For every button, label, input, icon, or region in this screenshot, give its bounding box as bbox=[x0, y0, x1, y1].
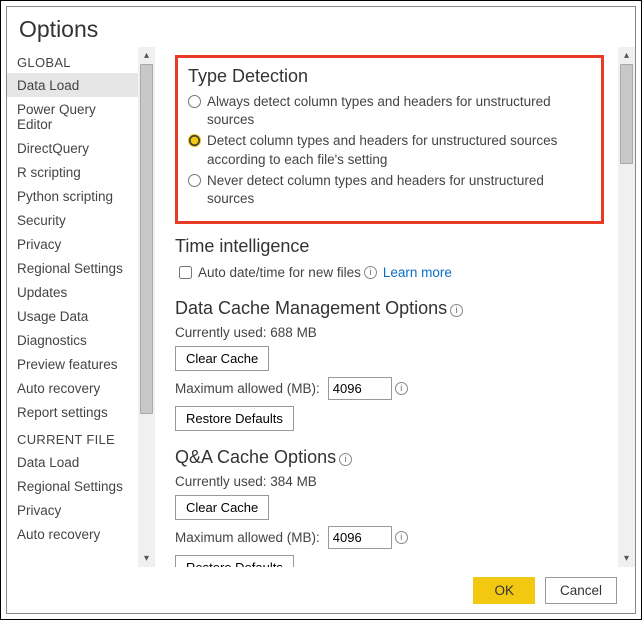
info-icon[interactable]: i bbox=[395, 531, 408, 544]
data-cache-used-label: Currently used: 688 MB bbox=[175, 325, 317, 340]
info-icon[interactable]: i bbox=[364, 266, 377, 279]
clear-data-cache-button[interactable]: Clear Cache bbox=[175, 346, 269, 371]
sidebar-item-directquery[interactable]: DirectQuery bbox=[7, 136, 138, 160]
sidebar-item-python-scripting[interactable]: Python scripting bbox=[7, 184, 138, 208]
scroll-thumb[interactable] bbox=[620, 64, 633, 164]
scroll-up-icon[interactable]: ▴ bbox=[618, 47, 635, 64]
radio-always-detect-label: Always detect column types and headers f… bbox=[207, 93, 591, 129]
radio-detect-each-file[interactable] bbox=[188, 134, 201, 147]
sidebar-item-auto-recovery[interactable]: Auto recovery bbox=[7, 376, 138, 400]
checkbox-auto-datetime-label: Auto date/time for new files bbox=[198, 265, 361, 280]
info-icon[interactable]: i bbox=[395, 382, 408, 395]
sidebar-item-updates[interactable]: Updates bbox=[7, 280, 138, 304]
qa-cache-max-input[interactable] bbox=[328, 526, 392, 549]
info-icon[interactable]: i bbox=[339, 453, 352, 466]
info-icon[interactable]: i bbox=[450, 304, 463, 317]
sidebar-item-security[interactable]: Security bbox=[7, 208, 138, 232]
radio-never-detect[interactable] bbox=[188, 174, 201, 187]
window-title: Options bbox=[7, 7, 635, 47]
sidebar-item-regional-settings[interactable]: Regional Settings bbox=[7, 256, 138, 280]
sidebar-item-report-settings[interactable]: Report settings bbox=[7, 400, 138, 424]
scroll-down-icon[interactable]: ▾ bbox=[138, 550, 155, 567]
sidebar-item-cf-regional-settings[interactable]: Regional Settings bbox=[7, 474, 138, 498]
data-cache-heading: Data Cache Management Options bbox=[175, 298, 447, 318]
qa-cache-max-label: Maximum allowed (MB): bbox=[175, 530, 320, 545]
clear-qa-cache-button[interactable]: Clear Cache bbox=[175, 495, 269, 520]
scroll-down-icon[interactable]: ▾ bbox=[618, 550, 635, 567]
learn-more-link[interactable]: Learn more bbox=[383, 265, 452, 280]
scroll-up-icon[interactable]: ▴ bbox=[138, 47, 155, 64]
sidebar-item-privacy[interactable]: Privacy bbox=[7, 232, 138, 256]
cancel-button[interactable]: Cancel bbox=[545, 577, 617, 604]
ok-button[interactable]: OK bbox=[473, 577, 535, 604]
sidebar-item-cf-privacy[interactable]: Privacy bbox=[7, 498, 138, 522]
sidebar-item-cf-auto-recovery[interactable]: Auto recovery bbox=[7, 522, 138, 546]
radio-never-detect-label: Never detect column types and headers fo… bbox=[207, 172, 591, 208]
radio-detect-each-file-label: Detect column types and headers for unst… bbox=[207, 132, 591, 168]
qa-cache-heading: Q&A Cache Options bbox=[175, 447, 336, 467]
checkbox-auto-datetime[interactable] bbox=[179, 266, 192, 279]
scroll-thumb[interactable] bbox=[140, 64, 153, 414]
sidebar-item-usage-data[interactable]: Usage Data bbox=[7, 304, 138, 328]
content-scrollbar[interactable]: ▴ ▾ bbox=[618, 47, 635, 567]
data-cache-max-input[interactable] bbox=[328, 377, 392, 400]
qa-cache-used-label: Currently used: 384 MB bbox=[175, 474, 317, 489]
radio-always-detect[interactable] bbox=[188, 95, 201, 108]
restore-data-cache-button[interactable]: Restore Defaults bbox=[175, 406, 294, 431]
sidebar-global-header: GLOBAL bbox=[7, 47, 138, 73]
data-cache-max-label: Maximum allowed (MB): bbox=[175, 381, 320, 396]
sidebar-item-r-scripting[interactable]: R scripting bbox=[7, 160, 138, 184]
sidebar-nav: GLOBAL Data Load Power Query Editor Dire… bbox=[7, 47, 138, 567]
sidebar-currentfile-header: CURRENT FILE bbox=[7, 424, 138, 450]
sidebar-item-cf-data-load[interactable]: Data Load bbox=[7, 450, 138, 474]
type-detection-section: Type Detection Always detect column type… bbox=[175, 55, 604, 224]
sidebar-item-data-load[interactable]: Data Load bbox=[7, 73, 138, 97]
sidebar-item-diagnostics[interactable]: Diagnostics bbox=[7, 328, 138, 352]
type-detection-heading: Type Detection bbox=[188, 66, 591, 87]
sidebar-scrollbar[interactable]: ▴ ▾ bbox=[138, 47, 155, 567]
time-intelligence-heading: Time intelligence bbox=[175, 236, 604, 257]
restore-qa-cache-button[interactable]: Restore Defaults bbox=[175, 555, 294, 567]
sidebar-item-preview-features[interactable]: Preview features bbox=[7, 352, 138, 376]
sidebar-item-power-query-editor[interactable]: Power Query Editor bbox=[7, 97, 138, 136]
